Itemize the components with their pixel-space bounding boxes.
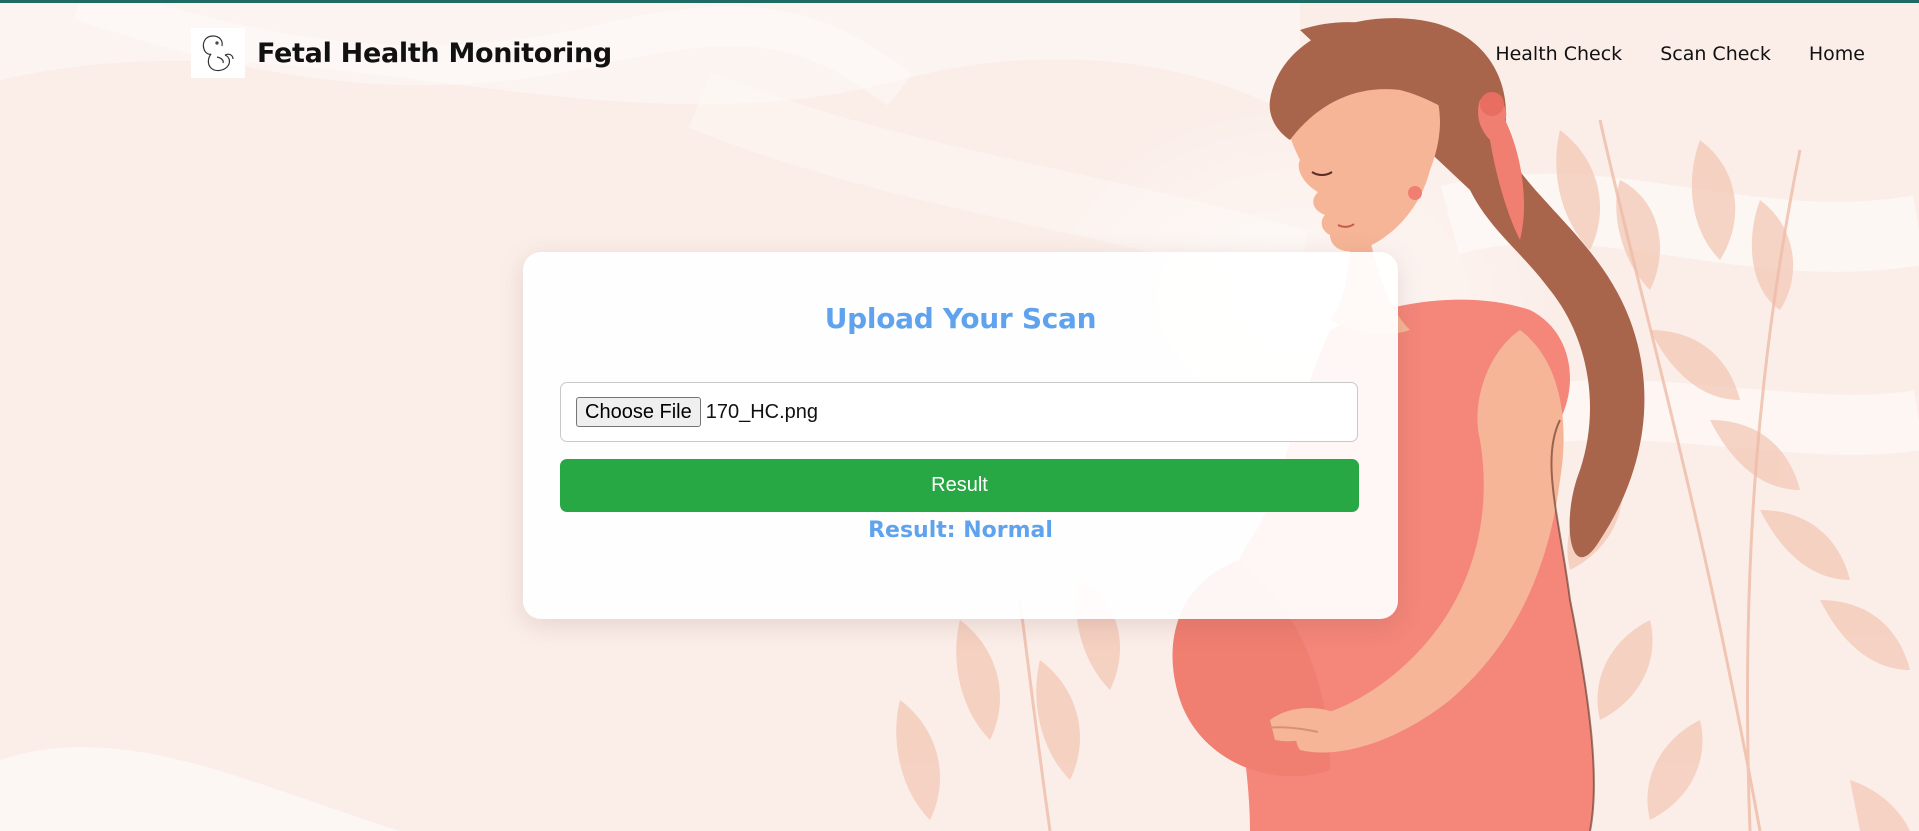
upload-title: Upload Your Scan <box>824 302 1097 335</box>
file-input[interactable]: Choose File 170_HC.png <box>560 382 1358 442</box>
nav-item-scan-check[interactable]: Scan Check <box>1660 43 1771 65</box>
result-text: Result: Normal <box>868 518 1053 543</box>
navbar: Fetal Health Monitoring Health Check Sca… <box>0 3 1919 103</box>
choose-file-button[interactable]: Choose File <box>576 397 701 427</box>
nav-item-home[interactable]: Home <box>1809 43 1865 65</box>
nav-links: Health Check Scan Check Home <box>1495 43 1865 65</box>
site-title: Fetal Health Monitoring <box>257 37 612 69</box>
nav-item-health-check[interactable]: Health Check <box>1495 43 1622 65</box>
brand[interactable]: Fetal Health Monitoring <box>191 28 612 78</box>
selected-file-name: 170_HC.png <box>705 400 819 423</box>
result-button[interactable]: Result <box>560 459 1359 512</box>
fetus-line-icon <box>191 28 245 78</box>
upload-card: Upload Your Scan Choose File 170_HC.png … <box>523 252 1398 619</box>
top-accent-bar <box>0 0 1919 3</box>
